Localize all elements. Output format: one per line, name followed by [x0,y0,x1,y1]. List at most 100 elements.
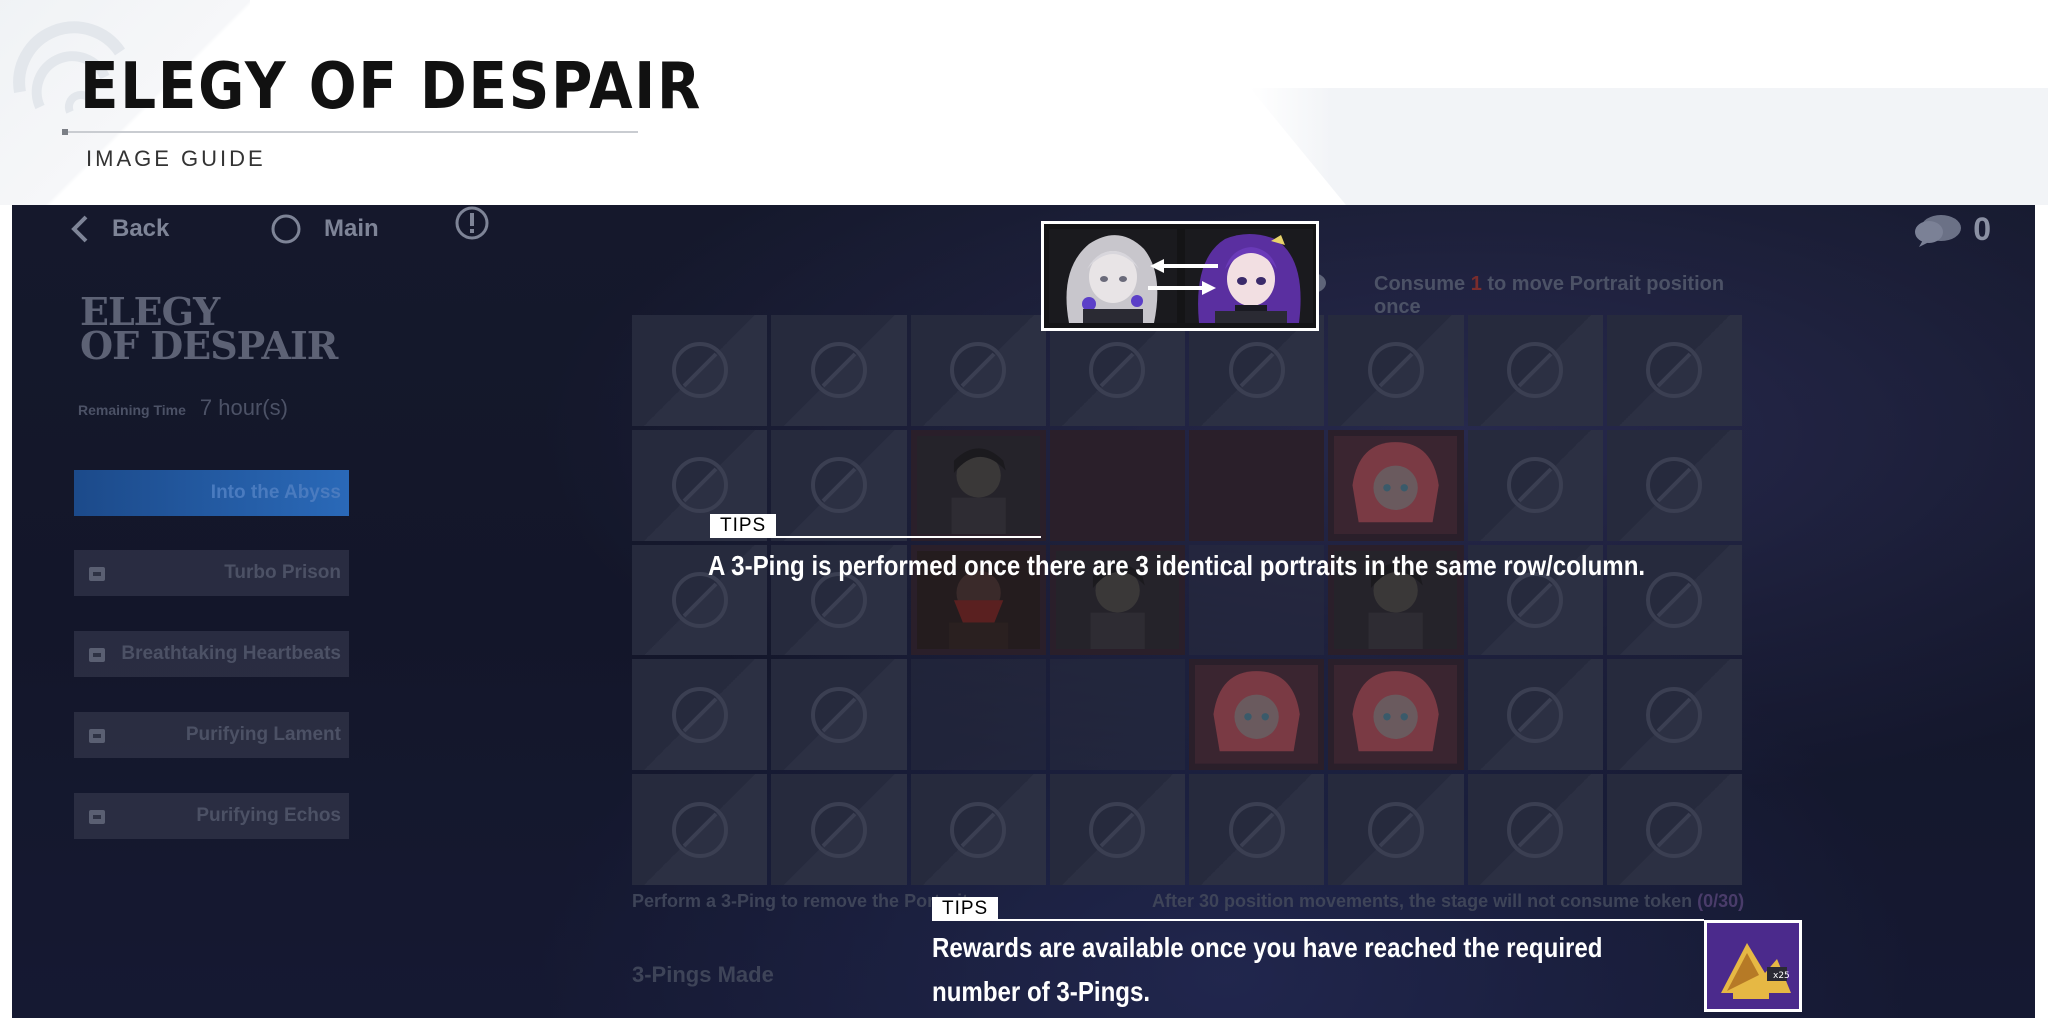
blocked-icon [1646,801,1703,858]
tips-tag-2: TIPS [932,897,999,921]
remaining-time-value: 7 hour(s) [199,395,288,420]
token-limit-note: After 30 position movements, the stage w… [1152,891,1744,912]
grid-cell[interactable] [771,659,907,771]
portrait-red-haired[interactable] [1189,659,1325,771]
stage-label: Purifying Lament [185,724,341,745]
consume-notice: Consume 1 to move Portrait position once [1292,273,1772,318]
reward-item-icon: x25 [1707,923,1799,1009]
grid-cell[interactable] [1606,774,1742,885]
remaining-time: Remaining Time 7 hour(s) [78,395,288,421]
stage-breathtaking-heartbeats[interactable]: Breathtaking Heartbeats [74,631,349,677]
lock-icon [89,567,105,581]
portrait-placeholder[interactable] [1049,429,1185,541]
blocked-icon [671,801,728,858]
portrait-dark-haired[interactable] [910,429,1046,541]
grid-cell[interactable] [910,774,1046,885]
blocked-icon [1228,801,1285,858]
blocked-icon [1367,342,1424,399]
title-divider-dot [62,129,68,135]
blocked-icon [950,342,1007,399]
blocked-icon [810,686,867,743]
grid-cell[interactable] [771,774,907,885]
blocked-icon [1507,457,1564,514]
grid-cell-empty[interactable] [1049,659,1185,771]
page-subtitle: IMAGE GUIDE [86,146,266,171]
consume-pre: Consume [1374,273,1466,295]
main-button[interactable]: Main [270,211,379,247]
blocked-icon [1646,686,1703,743]
grid-cell[interactable] [1049,315,1185,426]
stage-label: Into the Abyss [210,482,341,503]
blocked-icon [1228,342,1285,399]
portrait-red-haired[interactable] [1328,429,1464,541]
blocked-icon [671,457,728,514]
stage-turbo-prison[interactable]: Turbo Prison [74,550,349,596]
swap-arrows-icon [1148,259,1218,295]
grid-cell[interactable] [1606,315,1742,426]
info-icon[interactable] [454,205,490,241]
grid-cell-empty[interactable] [910,659,1046,771]
stage-purifying-echos[interactable]: Purifying Echos [74,793,349,839]
title-divider [64,131,638,133]
portrait-figure [1334,435,1458,535]
stage-label: Turbo Prison [224,562,341,583]
tip-text-2-line2: number of 3-Pings. [932,976,1151,1007]
remove-portrait-note: Perform a 3-Ping to remove the Portrait. [632,891,974,911]
portrait-figure [1334,665,1458,764]
main-label: Main [324,215,379,242]
grid-cell[interactable] [632,315,768,426]
circle-home-icon [271,214,301,244]
lock-icon [89,810,105,824]
grid-cell[interactable] [1189,315,1325,426]
portrait-grid [632,315,1742,885]
grid-cell[interactable] [1606,429,1742,541]
grid-cell[interactable] [1189,774,1325,885]
grid-cell[interactable] [771,315,907,426]
grid-cell[interactable] [1467,774,1603,885]
stage-label: Breathtaking Heartbeats [121,643,341,664]
grid-cell[interactable] [1049,774,1185,885]
event-logo: ELEGY OF DESPAIR [80,293,338,368]
top-bar: Back Main 0 [12,205,2035,255]
swap-highlight [1041,221,1319,331]
grid-cell[interactable] [632,659,768,771]
grid-cell[interactable] [1606,659,1742,771]
stage-into-the-abyss[interactable]: Into the Abyss [74,470,349,516]
reward-item[interactable]: x25 [1704,920,1802,1012]
token-count-value: 0 [1973,211,1991,247]
grid-cell[interactable] [632,774,768,885]
consume-count: 1 [1470,273,1482,295]
portrait-figure [916,435,1040,535]
back-button[interactable]: Back [70,211,169,247]
blocked-icon [671,686,728,743]
svg-text:x25: x25 [1773,971,1790,981]
blocked-icon [810,801,867,858]
lock-icon [89,729,105,743]
event-logo-line2: OF DESPAIR [80,323,338,368]
guide-header: ELEGY OF DESPAIR IMAGE GUIDE [0,0,2048,205]
blocked-icon [810,457,867,514]
grid-cell[interactable] [1328,315,1464,426]
page-title: ELEGY OF DESPAIR [80,50,703,124]
blocked-icon [1646,571,1703,628]
blocked-icon [1646,457,1703,514]
blocked-icon [1507,686,1564,743]
grid-cell[interactable] [1467,315,1603,426]
stage-purifying-lament[interactable]: Purifying Lament [74,712,349,758]
portrait-red-haired[interactable] [1328,659,1464,771]
token-counter: 0 [1913,211,1991,248]
remaining-time-label: Remaining Time [78,402,186,418]
tips-tag-1: TIPS [710,514,777,538]
stage-list: Into the Abyss Turbo Prison Breathtaking… [74,470,349,874]
grid-cell[interactable] [910,315,1046,426]
grid-cell[interactable] [1467,429,1603,541]
lock-icon [89,648,105,662]
grid-cell[interactable] [1328,774,1464,885]
tip-text-2-line1: Rewards are available once you have reac… [932,932,1603,963]
tips-underline-1 [775,536,1041,538]
portrait-placeholder[interactable] [1189,429,1325,541]
blocked-icon [1367,801,1424,858]
grid-cell[interactable] [1467,659,1603,771]
grid-cell[interactable] [771,429,907,541]
blocked-icon [671,342,728,399]
